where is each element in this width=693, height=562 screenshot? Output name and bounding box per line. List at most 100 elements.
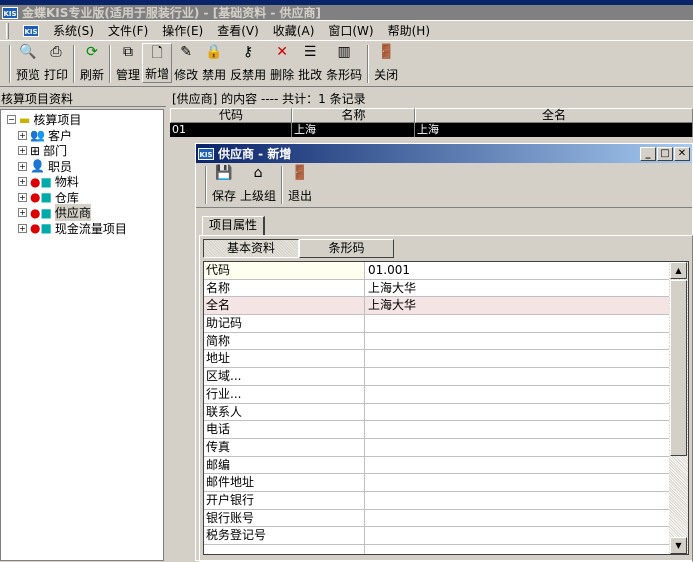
menu-favorites[interactable]: 收藏(A) (273, 22, 315, 39)
menu-window[interactable]: 窗口(W) (328, 22, 373, 39)
preview-button[interactable]: 🔍 预览 (14, 43, 42, 83)
exit-button[interactable]: 🚪 退出 (286, 164, 314, 204)
vertical-scrollbar[interactable]: ▲ ▼ (669, 262, 688, 554)
property-value-field[interactable] (365, 333, 669, 350)
property-value-field[interactable] (365, 404, 669, 421)
property-value-field[interactable]: 上海大华 (365, 297, 669, 315)
item-ball-icon: ●■ (30, 205, 52, 220)
tree-item-supplier[interactable]: + ●■ 供应商 (7, 204, 163, 222)
property-row[interactable]: 传真 (204, 438, 669, 457)
property-value-field[interactable] (365, 386, 669, 403)
close-button[interactable]: 🚪 关闭 (372, 43, 400, 83)
main-toolbar: 🔍 预览 ⎙ 打印 ⟳ 刷新 ⧉ 管理 🗋 新增 ✎ 修改 🔒 禁用 ⚷ 反禁用 ✕ 删除 ☰ 批改… (0, 42, 693, 87)
property-row[interactable]: 邮件地址 (204, 474, 669, 492)
tab-item-properties[interactable]: 项目属性 (202, 216, 266, 235)
tree-item-warehouse[interactable]: + ●■ 仓库 (7, 190, 163, 206)
column-name[interactable]: 名称 (292, 108, 415, 123)
table-row[interactable]: 01 上海 上海 (170, 123, 693, 137)
refresh-button[interactable]: ⟳ 刷新 (78, 43, 106, 83)
property-value-field[interactable] (365, 368, 669, 385)
menu-system[interactable]: 系统(S) (53, 22, 94, 39)
property-row[interactable]: 助记码 (204, 315, 669, 333)
toolbar-separator (367, 45, 370, 83)
menu-help[interactable]: 帮助(H) (388, 22, 430, 39)
tree-item-department[interactable]: + ⊞ 部门 (7, 143, 163, 159)
expand-icon[interactable]: + (18, 161, 27, 171)
property-row[interactable]: 名称 上海大华 (204, 279, 669, 298)
customer-icon: 👥 (30, 128, 45, 143)
property-value-field[interactable] (365, 510, 669, 527)
barcode-button[interactable]: ▥ 条形码 (324, 43, 364, 83)
expand-icon[interactable]: + (18, 146, 27, 156)
column-fullname[interactable]: 全名 (415, 108, 693, 123)
property-value-field[interactable] (365, 457, 669, 474)
expand-icon[interactable]: + (18, 208, 27, 218)
property-value-field[interactable]: 上海大华 (365, 280, 669, 297)
property-value-field[interactable]: 01.001 (365, 262, 669, 279)
department-icon: ⊞ (30, 143, 41, 158)
manage-button[interactable]: ⧉ 管理 (114, 43, 142, 83)
property-row[interactable]: 地址 (204, 350, 669, 369)
parent-group-button[interactable]: ⌂ 上级组 (238, 164, 278, 204)
property-row[interactable]: 代码 01.001 (204, 262, 669, 280)
close-icon[interactable]: ✕ (674, 146, 690, 161)
menu-view[interactable]: 查看(V) (217, 22, 259, 39)
scroll-thumb[interactable] (670, 280, 687, 456)
tree-item-cashflow[interactable]: + ●■ 现金流量项目 (7, 221, 163, 237)
delete-button[interactable]: ✕ 删除 (268, 43, 296, 83)
disable-button[interactable]: 🔒 禁用 (200, 43, 228, 83)
property-value-field[interactable] (365, 350, 669, 367)
scroll-up-icon[interactable]: ▲ (670, 262, 687, 279)
toolbar-separator (73, 45, 76, 83)
expand-icon[interactable]: + (18, 223, 27, 233)
edit-button[interactable]: ✎ 修改 (172, 43, 200, 83)
property-value-field[interactable] (365, 527, 669, 544)
item-ball-icon: ●■ (30, 221, 52, 236)
property-row[interactable]: 税务登记号 (204, 527, 669, 545)
scroll-down-icon[interactable]: ▼ (670, 537, 687, 554)
expand-icon[interactable]: + (18, 177, 27, 187)
property-value-field[interactable] (365, 492, 669, 509)
menu-operation[interactable]: 操作(E) (162, 22, 203, 39)
exit-door-icon: 🚪 (291, 165, 309, 181)
minimize-icon[interactable]: _ (640, 146, 656, 161)
property-row[interactable]: 邮编 (204, 456, 669, 475)
dialog-title-bar[interactable]: KIS 供应商 - 新增 _ □ ✕ (196, 144, 692, 163)
property-label: 电话 (204, 421, 365, 438)
property-row[interactable]: 联系人 (204, 403, 669, 422)
property-label: 区域... (204, 368, 365, 385)
property-row[interactable]: 行业... (204, 385, 669, 404)
tree-item-material[interactable]: + ●■ 物料 (7, 174, 163, 190)
enable-button[interactable]: ⚷ 反禁用 (228, 43, 268, 83)
kis-menu-icon[interactable]: KIS (23, 24, 39, 37)
property-row[interactable]: 开户银行 (204, 491, 669, 510)
subtab-basic-info[interactable]: 基本资料 (203, 239, 299, 258)
new-button[interactable]: 🗋 新增 (142, 43, 173, 83)
tree-root[interactable]: − ▬ 核算项目 (7, 112, 163, 128)
tree-item-customer[interactable]: + 👥 客户 (7, 128, 163, 144)
column-code[interactable]: 代码 (170, 108, 292, 123)
expand-icon[interactable]: + (18, 192, 27, 202)
menu-file[interactable]: 文件(F) (108, 22, 148, 39)
property-value-field[interactable] (365, 421, 669, 438)
preview-icon: 🔍 (19, 44, 37, 60)
property-row[interactable]: 简称 (204, 332, 669, 351)
property-row[interactable]: 全名 上海大华 (204, 297, 669, 316)
maximize-icon[interactable]: □ (657, 146, 673, 161)
expand-icon[interactable]: + (18, 130, 27, 140)
property-row[interactable]: 区域... (204, 368, 669, 386)
subtab-barcode[interactable]: 条形码 (299, 239, 394, 258)
delete-icon: ✕ (276, 44, 288, 60)
batch-edit-button[interactable]: ☰ 批改 (296, 43, 324, 83)
property-value-field[interactable] (365, 474, 669, 491)
property-value-field[interactable] (365, 439, 669, 456)
save-button[interactable]: 💾 保存 (210, 164, 238, 204)
property-row[interactable]: 银行账号 (204, 509, 669, 528)
collapse-icon[interactable]: − (7, 115, 16, 125)
toolbar-separator (109, 45, 112, 83)
print-button[interactable]: ⎙ 打印 (42, 43, 70, 83)
property-label: 联系人 (204, 403, 365, 421)
property-row[interactable]: 电话 (204, 421, 669, 439)
tree-item-employee[interactable]: + 👤 职员 (7, 159, 163, 175)
property-value-field[interactable] (365, 315, 669, 332)
